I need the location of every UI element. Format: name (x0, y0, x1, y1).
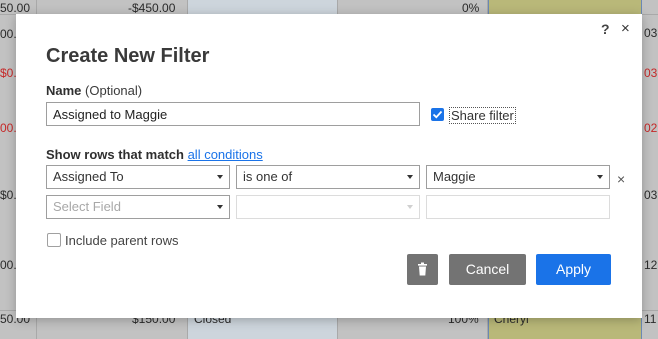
cell-left: 50.00 (0, 1, 31, 15)
cell-percent: 0% (462, 1, 480, 15)
cell-right: 03 (644, 26, 658, 40)
new-condition-value-field (426, 195, 610, 219)
all-conditions-link[interactable]: all conditions (188, 147, 263, 162)
condition-operator-value: is one of (243, 169, 293, 184)
cell-right: 11 (644, 312, 657, 326)
condition-value-text: Maggie (433, 169, 476, 184)
condition-field-value: Assigned To (53, 169, 124, 184)
cell-right: 03 (644, 66, 658, 80)
trash-icon (418, 262, 427, 276)
remove-condition-icon[interactable]: × (617, 171, 625, 187)
chevron-down-icon (597, 175, 603, 179)
match-condition-line: Show rows that match all conditions (46, 147, 263, 162)
cell-left: $0. (0, 188, 17, 202)
cell-left: $0. (0, 66, 17, 80)
cell-right: 12 (644, 258, 658, 272)
chevron-down-icon (217, 205, 223, 209)
chevron-down-icon (407, 205, 413, 209)
new-condition-field-select[interactable]: Select Field (46, 195, 230, 219)
name-label-text: Name (46, 83, 82, 98)
apply-button[interactable]: Apply (536, 254, 611, 285)
include-parent-rows-checkbox[interactable] (47, 233, 61, 247)
condition-field-select[interactable]: Assigned To (46, 165, 230, 189)
delete-filter-button[interactable] (407, 254, 438, 285)
grid-column (641, 0, 658, 339)
cell-right: 02 (644, 121, 658, 135)
share-filter-label[interactable]: Share filter (449, 107, 516, 124)
check-icon (432, 110, 443, 119)
cell-left: 00. (0, 121, 17, 135)
condition-operator-select[interactable]: is one of (236, 165, 420, 189)
dialog-title: Create New Filter (46, 45, 210, 67)
name-optional-hint: (Optional) (81, 83, 143, 98)
filter-name-input[interactable] (46, 102, 420, 126)
cell-left: 00. (0, 27, 17, 41)
cancel-button[interactable]: Cancel (449, 254, 526, 285)
chevron-down-icon (217, 175, 223, 179)
condition-value-select[interactable]: Maggie (426, 165, 610, 189)
create-filter-dialog: ? × Create New Filter Name (Optional) Sh… (16, 14, 642, 318)
chevron-down-icon (407, 175, 413, 179)
share-filter-checkbox[interactable] (431, 108, 444, 121)
name-label: Name (Optional) (46, 83, 142, 98)
match-prefix: Show rows that match (46, 147, 188, 162)
help-icon[interactable]: ? (601, 21, 610, 37)
close-icon[interactable]: × (621, 20, 630, 37)
include-parent-rows-label[interactable]: Include parent rows (65, 233, 178, 248)
field-placeholder: Select Field (53, 199, 121, 214)
new-condition-operator-select (236, 195, 420, 219)
cell-right: 03 (644, 188, 658, 202)
cell-amount: -$450.00 (128, 1, 176, 15)
cell-left: 00. (0, 258, 17, 272)
